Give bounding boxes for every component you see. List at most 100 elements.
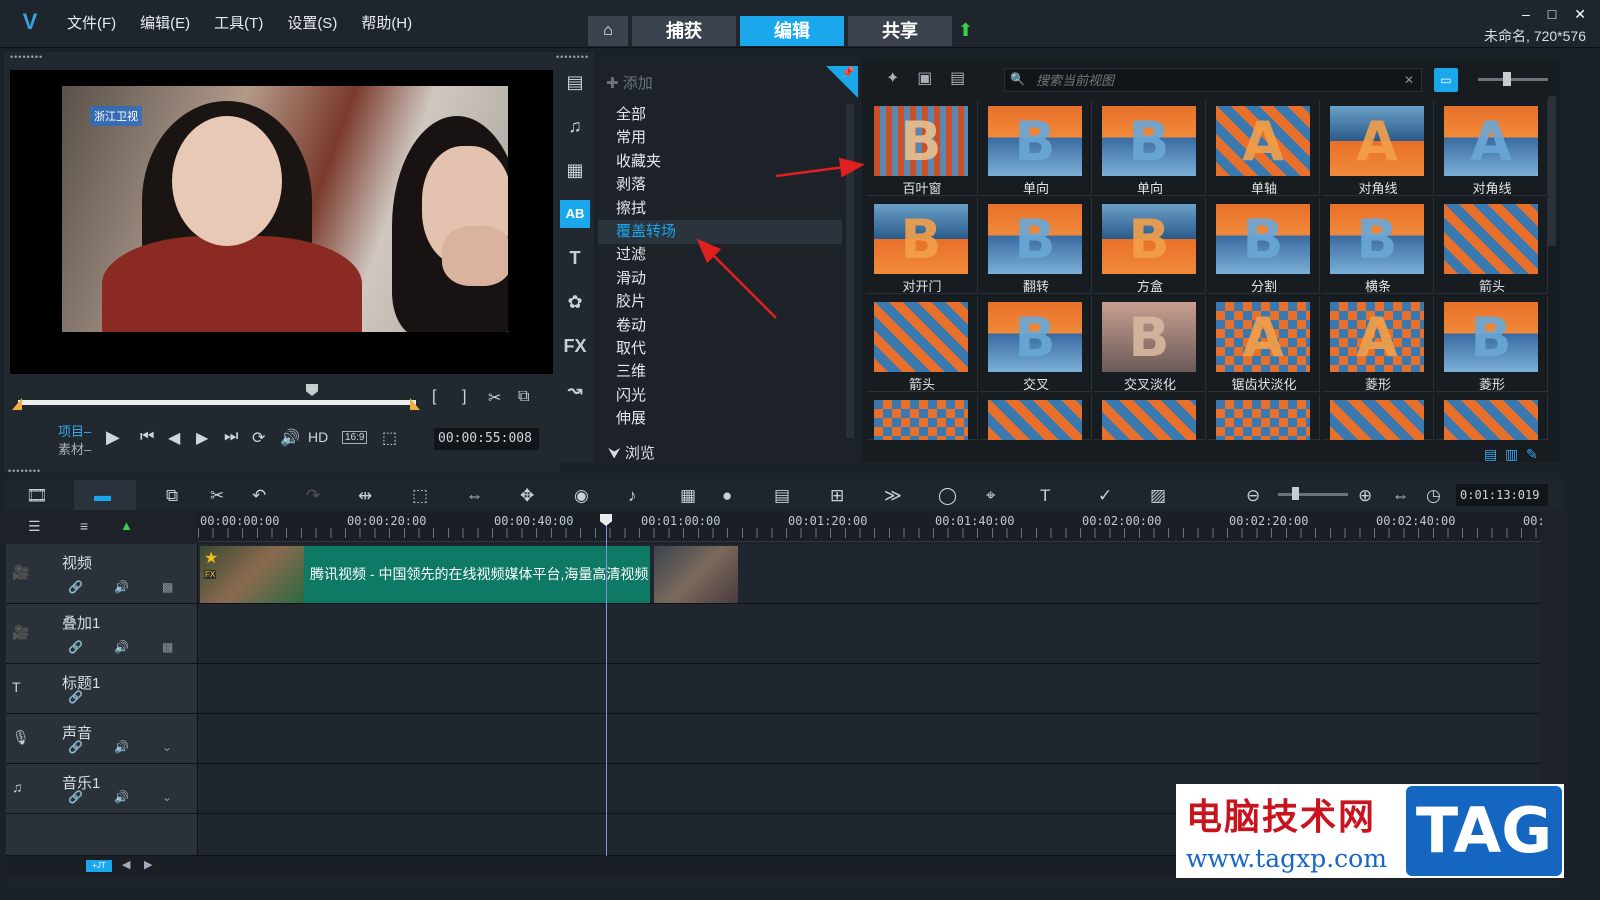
home-tab[interactable]: ⌂	[588, 16, 628, 46]
mark-out-icon[interactable]: ]	[462, 388, 466, 406]
chapter-icon[interactable]: ▲	[120, 518, 133, 533]
filter-fx-icon[interactable]: FX	[560, 332, 590, 360]
hd-button[interactable]: HD	[308, 429, 328, 445]
menu-edit[interactable]: 编辑(E)	[128, 12, 202, 36]
speed-icon[interactable]: ≫	[884, 486, 902, 506]
transition-thumbnail[interactable]: A 单轴	[1208, 100, 1320, 196]
transition-thumbnail[interactable]: B 单向	[1094, 100, 1206, 196]
3d-title-icon[interactable]: T	[1040, 486, 1050, 506]
edit-icon[interactable]: ✎	[1526, 446, 1538, 462]
timeline-view-icon[interactable]: ▬	[94, 486, 111, 506]
transition-thumbnail[interactable]: B 交叉淡化	[1094, 296, 1206, 392]
timeline-zoom-knob[interactable]	[1292, 487, 1299, 500]
transition-thumbnail[interactable]: A 对角线	[1436, 100, 1548, 196]
minimize-icon[interactable]: –	[1522, 6, 1530, 23]
scroll-left-icon[interactable]: ◀	[122, 858, 130, 871]
storyboard-icon[interactable]: 🎞	[26, 486, 48, 506]
panel-grip-icon[interactable]: ••••••••	[8, 466, 41, 476]
track-header[interactable]: ♫ 音乐1 🔗 🔊 ⌄	[6, 764, 198, 813]
transparency-icon[interactable]: ▩	[162, 640, 173, 654]
clear-search-icon[interactable]: ✕	[1404, 73, 1414, 87]
track-volume-icon[interactable]: 🔊	[114, 580, 129, 594]
menu-settings[interactable]: 设置(S)	[275, 12, 349, 36]
search-input[interactable]	[1036, 72, 1396, 88]
music-icon[interactable]: ♫	[560, 112, 590, 140]
thumb-scrollbar[interactable]	[1548, 96, 1556, 246]
track-header[interactable]: 🎙 声音 🔗 🔊 ⌄	[6, 714, 198, 763]
track-lane[interactable]	[198, 714, 1540, 763]
transition-thumbnail[interactable]: B 翻转	[980, 198, 1092, 294]
fit-icon[interactable]: ⇹	[358, 486, 372, 506]
subtitle-icon[interactable]: ▤	[774, 486, 790, 506]
link-icon[interactable]: 🔗	[68, 580, 83, 594]
category-item[interactable]: 常用	[616, 127, 646, 149]
timeline-timecode[interactable]: 0:01:13:019	[1456, 484, 1548, 506]
go-end-icon[interactable]: ⏭	[224, 428, 238, 446]
copy-icon[interactable]: ⧉	[518, 388, 529, 406]
mode-clip[interactable]: 素材–	[58, 439, 91, 458]
graphics-icon[interactable]: ✿	[560, 288, 590, 316]
title-icon[interactable]: T	[560, 244, 590, 272]
transition-thumbnail[interactable]	[980, 394, 1092, 440]
add-track-icon[interactable]: ≡	[80, 518, 88, 534]
split-view-icon[interactable]: ▥	[1505, 446, 1518, 462]
transparency-icon[interactable]: ▩	[162, 580, 173, 594]
favorite-add-icon[interactable]: ✦	[886, 70, 899, 87]
transition-thumbnail[interactable]: B 对开门	[866, 198, 978, 294]
play-icon[interactable]: ▶	[106, 427, 120, 448]
menu-tools[interactable]: 工具(T)	[202, 12, 275, 36]
prev-frame-icon[interactable]: ◀	[168, 428, 180, 448]
check-icon[interactable]: ✓	[1098, 486, 1112, 506]
scrub-bar[interactable]	[18, 400, 416, 405]
menu-help[interactable]: 帮助(H)	[349, 12, 424, 36]
panel-grip-icon[interactable]: ••••••••	[10, 52, 43, 62]
mode-project[interactable]: 项目–	[58, 421, 91, 440]
transition-thumbnail[interactable]: 箭头	[1436, 198, 1548, 294]
timeline-playhead[interactable]	[606, 518, 607, 856]
next-frame-icon[interactable]: ▶	[196, 428, 208, 448]
split-icon[interactable]: ⇔	[466, 486, 483, 506]
track-header[interactable]: 🎥 视频 🔗 🔊 ▩	[6, 544, 198, 603]
tab-capture[interactable]: 捕获	[632, 16, 736, 46]
thumb-size-knob[interactable]	[1503, 72, 1511, 86]
category-item[interactable]: 过滤	[616, 244, 646, 266]
track-volume-icon[interactable]: 🔊	[114, 740, 129, 754]
category-item[interactable]: 收藏夹	[616, 151, 661, 173]
category-item[interactable]: 剥落	[616, 174, 646, 196]
zoom-out-icon[interactable]: ⊖	[1246, 486, 1260, 506]
tab-share[interactable]: 共享	[848, 16, 952, 46]
apply-random-icon[interactable]: ▣	[917, 70, 932, 87]
audio-wave-icon[interactable]: ♪	[628, 486, 637, 506]
search-icon[interactable]: 🔍	[1010, 72, 1025, 86]
transition-thumbnail[interactable]	[1436, 394, 1548, 440]
grid-icon[interactable]: ⊞	[830, 486, 844, 506]
transition-thumbnail[interactable]	[866, 394, 978, 440]
preview-timecode[interactable]: 00:00:55:008	[434, 428, 539, 450]
panel-grip-icon[interactable]: ••••••••	[556, 52, 589, 62]
multi-camera-icon[interactable]: ▦	[680, 486, 696, 506]
track-manager-icon[interactable]: ☰	[28, 518, 41, 535]
video-clip[interactable]: 腾讯视频 - 中国领先的在线视频媒体平台,海量高清视频	[304, 546, 650, 603]
render-icon[interactable]: ▨	[1150, 486, 1166, 506]
category-item[interactable]: 三维	[616, 361, 646, 383]
crop-icon[interactable]: ⬚	[382, 428, 397, 448]
category-item[interactable]: 全部	[616, 104, 646, 126]
pan-zoom-icon[interactable]: ⬚	[412, 486, 428, 506]
mask-icon[interactable]: ◯	[938, 486, 957, 506]
category-item[interactable]: 胶片	[616, 291, 646, 313]
link-icon[interactable]: 🔗	[68, 640, 83, 654]
repeat-icon[interactable]: ⟳	[252, 428, 265, 448]
transition-icon[interactable]: AB	[560, 200, 590, 228]
transition-thumbnail[interactable]: B 方盒	[1094, 198, 1206, 294]
transition-thumbnail[interactable]: B 分割	[1208, 198, 1320, 294]
transition-thumbnail[interactable]: B 菱形	[1436, 296, 1548, 392]
thumb-size-slider[interactable]	[1478, 78, 1548, 81]
video-clip-2[interactable]	[654, 546, 738, 603]
category-item[interactable]: 闪光	[616, 385, 646, 407]
undo-icon[interactable]: ↶	[252, 486, 266, 506]
track-lane[interactable]	[198, 664, 1540, 713]
apply-current-icon[interactable]: ▤	[950, 70, 965, 87]
view-mode-icon[interactable]: ▭	[1434, 68, 1458, 92]
track-volume-icon[interactable]: 🔊	[114, 790, 129, 804]
transition-thumbnail[interactable]: B 单向	[980, 100, 1092, 196]
